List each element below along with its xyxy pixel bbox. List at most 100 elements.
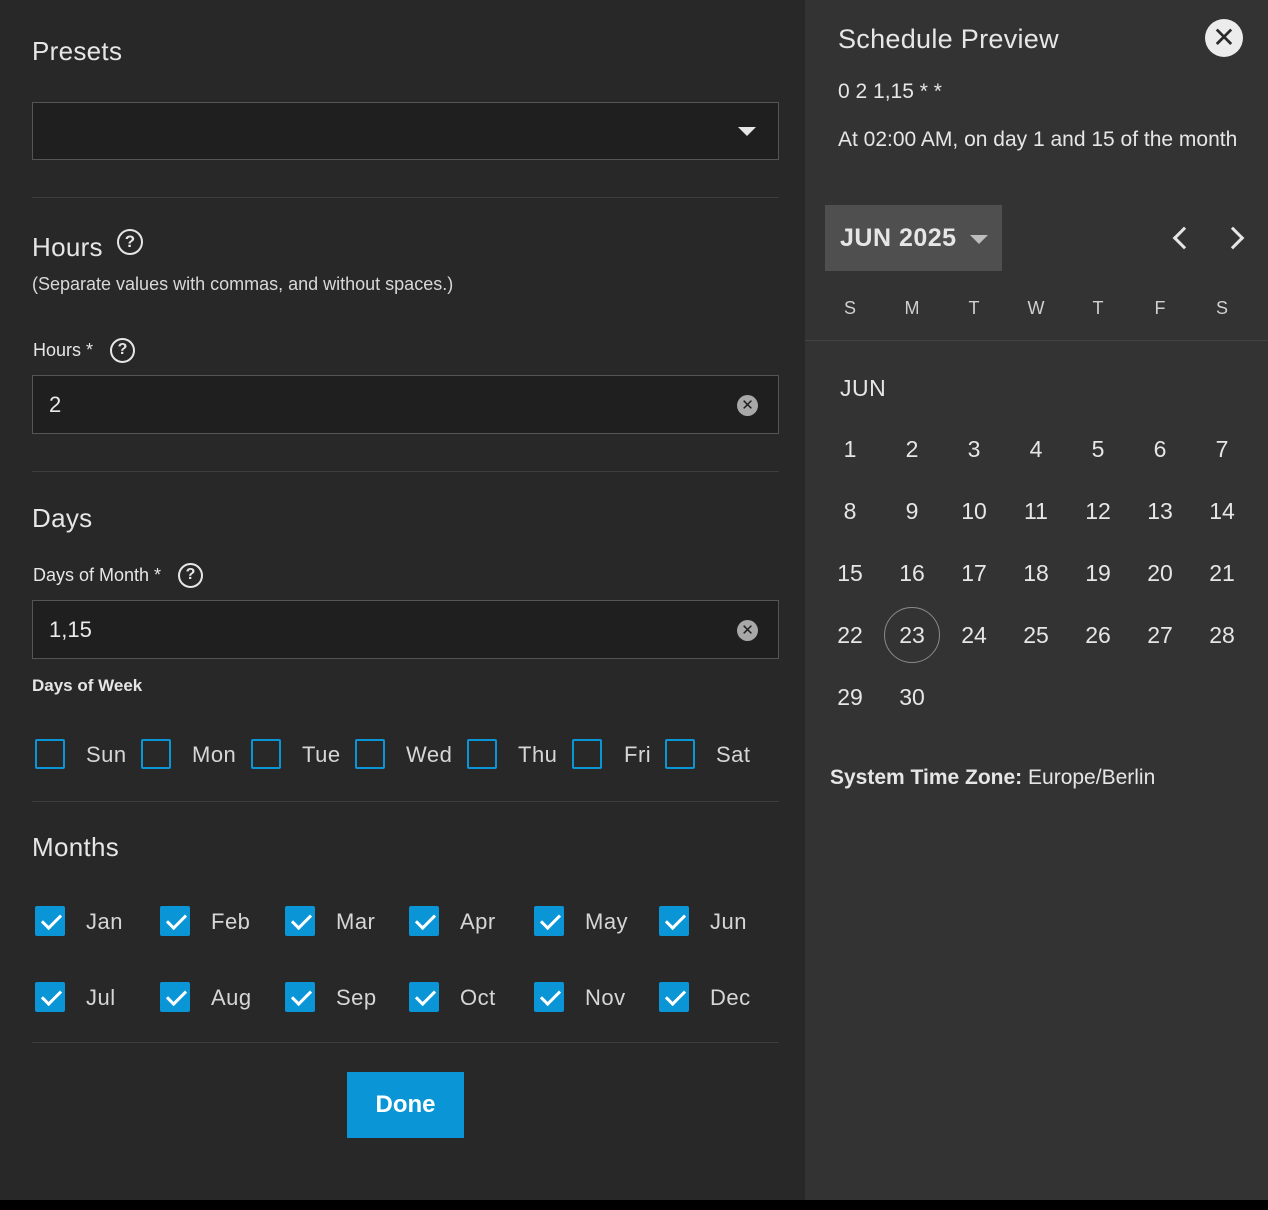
calendar-day[interactable]: 17	[946, 545, 1002, 601]
month-label: May	[585, 909, 629, 934]
calendar-day[interactable]: 14	[1194, 483, 1250, 539]
calendar-weekday-header: T	[1092, 298, 1104, 318]
month-label: Nov	[585, 985, 626, 1010]
help-icon[interactable]: ?	[110, 338, 135, 363]
calendar-weekday-header: S	[843, 298, 856, 318]
weekday-checkbox[interactable]	[467, 739, 497, 769]
month-checkbox[interactable]	[659, 906, 689, 936]
month-checkbox[interactable]	[35, 906, 65, 936]
weekday-label: Mon	[192, 742, 237, 767]
calendar-day[interactable]: 10	[946, 483, 1002, 539]
dropdown-arrow-icon	[970, 235, 988, 244]
calendar-day[interactable]: 23	[884, 607, 940, 663]
timezone-label: System Time Zone:	[830, 766, 1023, 789]
month-checkbox[interactable]	[285, 906, 315, 936]
clear-icon[interactable]: ✕	[737, 620, 758, 641]
weekday-label: Sat	[716, 742, 751, 767]
calendar-day[interactable]: 18	[1008, 545, 1064, 601]
calendar-day[interactable]: 11	[1008, 483, 1064, 539]
days-of-week-label: Days of Week	[32, 676, 143, 695]
section-divider	[32, 197, 779, 198]
cron-expression: 0 2 1,15 * *	[838, 80, 942, 103]
calendar-day[interactable]: 1	[822, 421, 878, 477]
month-year-picker-button[interactable]: JUN 2025	[825, 205, 1002, 271]
timezone-value: Europe/Berlin	[1028, 766, 1156, 789]
presets-select[interactable]	[32, 102, 779, 160]
calendar-day[interactable]: 9	[884, 483, 940, 539]
weekday-label: Fri	[624, 742, 652, 767]
hours-input[interactable]: 2 ✕	[32, 375, 779, 434]
calendar-day[interactable]: 7	[1194, 421, 1250, 477]
close-icon[interactable]: ✕	[1205, 19, 1243, 57]
section-divider	[32, 801, 779, 802]
month-checkbox[interactable]	[659, 982, 689, 1012]
month-checkbox[interactable]	[285, 982, 315, 1012]
hours-title: Hours	[32, 232, 103, 262]
month-checkbox[interactable]	[409, 906, 439, 936]
month-label: Oct	[460, 985, 496, 1010]
month-checkbox[interactable]	[35, 982, 65, 1012]
calendar-divider	[805, 340, 1268, 341]
schedule-form-panel: Presets Hours ? (Separate values with co…	[0, 0, 805, 1200]
weekday-checkbox[interactable]	[251, 739, 281, 769]
calendar-day[interactable]: 8	[822, 483, 878, 539]
month-checkbox[interactable]	[409, 982, 439, 1012]
calendar-day[interactable]: 25	[1008, 607, 1064, 663]
month-checkbox[interactable]	[160, 906, 190, 936]
calendar-day[interactable]: 3	[946, 421, 1002, 477]
calendar-month-label: JUN	[840, 375, 887, 401]
calendar-weekday-header: W	[1027, 298, 1045, 318]
calendar-day[interactable]: 6	[1132, 421, 1188, 477]
calendar-day[interactable]: 27	[1132, 607, 1188, 663]
help-icon[interactable]: ?	[117, 229, 143, 255]
system-timezone: System Time Zone: Europe/Berlin	[830, 766, 1155, 790]
month-label: Apr	[460, 909, 496, 934]
month-label: Jun	[710, 909, 747, 934]
weekday-label: Thu	[518, 742, 558, 767]
days-of-month-value: 1,15	[49, 617, 92, 642]
calendar-day[interactable]: 4	[1008, 421, 1064, 477]
calendar-weekday-header: F	[1154, 298, 1166, 318]
calendar-weekday-header: T	[968, 298, 980, 318]
calendar-weekday-header: M	[904, 298, 920, 318]
calendar-day[interactable]: 29	[822, 669, 878, 725]
month-label: Aug	[211, 985, 252, 1010]
calendar-day[interactable]: 26	[1070, 607, 1126, 663]
calendar-day[interactable]: 30	[884, 669, 940, 725]
calendar-day[interactable]: 28	[1194, 607, 1250, 663]
calendar-day[interactable]: 22	[822, 607, 878, 663]
month-checkbox[interactable]	[160, 982, 190, 1012]
month-checkbox[interactable]	[534, 906, 564, 936]
cron-description: At 02:00 AM, on day 1 and 15 of the mont…	[838, 128, 1238, 151]
calendar-day[interactable]: 5	[1070, 421, 1126, 477]
calendar-day[interactable]: 13	[1132, 483, 1188, 539]
calendar-day[interactable]: 16	[884, 545, 940, 601]
days-of-month-label: Days of Month *	[33, 565, 162, 585]
weekday-checkbox[interactable]	[141, 739, 171, 769]
weekday-checkbox[interactable]	[35, 739, 65, 769]
calendar-day[interactable]: 21	[1194, 545, 1250, 601]
months-title: Months	[32, 832, 120, 862]
weekday-checkbox[interactable]	[572, 739, 602, 769]
month-label: Mar	[336, 909, 376, 934]
calendar-day[interactable]: 24	[946, 607, 1002, 663]
clear-icon[interactable]: ✕	[737, 395, 758, 416]
section-divider	[32, 1042, 779, 1043]
hours-hint: (Separate values with commas, and withou…	[32, 274, 454, 294]
month-label: Sep	[336, 985, 377, 1010]
presets-title: Presets	[32, 36, 123, 66]
calendar-day[interactable]: 20	[1132, 545, 1188, 601]
done-button[interactable]: Done	[347, 1072, 464, 1138]
month-label: Feb	[211, 909, 251, 934]
calendar-day[interactable]: 2	[884, 421, 940, 477]
calendar-day[interactable]: 12	[1070, 483, 1126, 539]
month-checkbox[interactable]	[534, 982, 564, 1012]
days-of-month-input[interactable]: 1,15 ✕	[32, 600, 779, 659]
calendar-day[interactable]: 19	[1070, 545, 1126, 601]
hours-field-label: Hours *	[33, 340, 94, 360]
section-divider	[32, 471, 779, 472]
calendar-day[interactable]: 15	[822, 545, 878, 601]
weekday-checkbox[interactable]	[355, 739, 385, 769]
weekday-checkbox[interactable]	[665, 739, 695, 769]
help-icon[interactable]: ?	[178, 563, 203, 588]
